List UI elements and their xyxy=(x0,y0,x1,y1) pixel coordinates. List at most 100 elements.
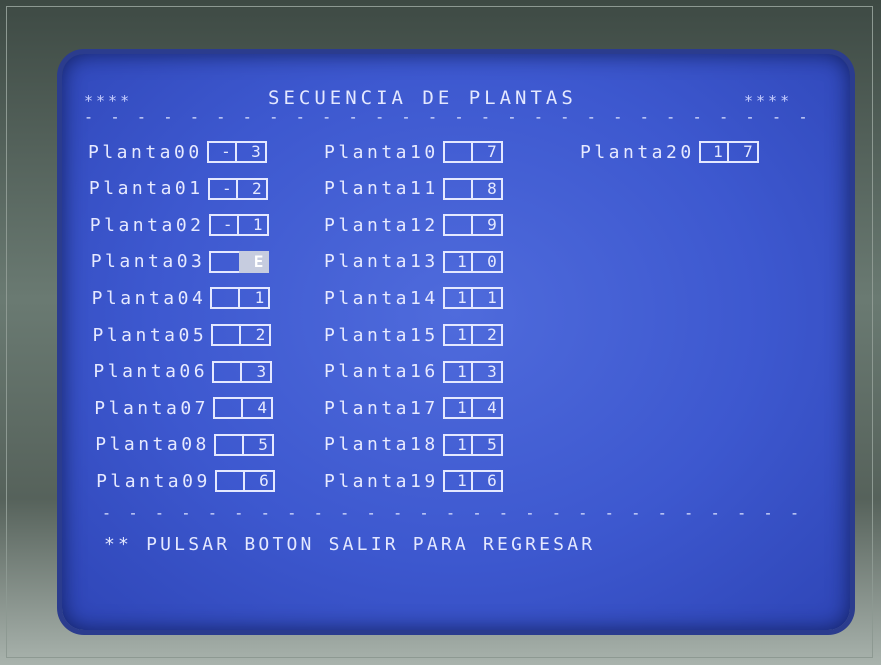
plant-label: Planta09 xyxy=(96,470,211,492)
plant-sequence-field[interactable]: 13 xyxy=(442,360,503,383)
plant-row-planta08: Planta08 5 xyxy=(95,433,274,457)
plant-sequence-field[interactable]: -3 xyxy=(206,141,267,163)
sequence-digit-tens[interactable] xyxy=(213,397,243,420)
sequence-digit-units[interactable]: 2 xyxy=(472,324,503,346)
sequence-digit-units[interactable]: 4 xyxy=(472,397,503,420)
sequence-digit-units[interactable]: 1 xyxy=(238,214,269,237)
sequence-digit-tens[interactable]: 1 xyxy=(442,324,473,346)
sequence-digit-units[interactable]: 5 xyxy=(472,433,503,456)
plant-sequence-field[interactable]: 2 xyxy=(211,324,272,346)
sequence-digit-tens[interactable]: 1 xyxy=(442,250,473,273)
sequence-digit-tens[interactable] xyxy=(209,250,240,273)
plant-sequence-field[interactable]: 11 xyxy=(442,287,503,310)
sequence-digit-units[interactable]: 1 xyxy=(472,287,503,310)
plant-label: Planta16 xyxy=(324,361,439,383)
plant-label: Planta01 xyxy=(88,178,204,200)
plant-sequence-field[interactable]: -1 xyxy=(208,214,269,237)
plant-row-planta05: Planta05 2 xyxy=(93,323,272,347)
sequence-digit-tens[interactable]: 1 xyxy=(442,470,473,493)
plant-label: Planta11 xyxy=(324,178,439,200)
plant-sequence-field[interactable]: 7 xyxy=(442,141,503,163)
sequence-digit-tens[interactable]: - xyxy=(206,141,237,163)
plant-sequence-field[interactable]: 9 xyxy=(442,214,503,237)
plant-row-planta00: Planta00-3 xyxy=(88,140,267,164)
sequence-digit-units[interactable]: 2 xyxy=(241,324,272,346)
sequence-digit-units[interactable]: 8 xyxy=(472,177,503,200)
header-left-stars: **** xyxy=(84,92,133,110)
sequence-digit-units[interactable]: 0 xyxy=(472,250,503,273)
sequence-digit-units[interactable]: 4 xyxy=(243,397,273,420)
footer-divider: - - - - - - - - - - - - - - - - - - - - … xyxy=(102,508,802,518)
sequence-digit-units[interactable]: 7 xyxy=(728,141,759,163)
plant-row-planta16: Planta16 1 3 xyxy=(324,360,503,384)
sequence-digit-units[interactable]: 6 xyxy=(244,470,275,493)
page-title: SECUENCIA DE PLANTAS xyxy=(268,87,577,109)
plant-sequence-field[interactable]: 10 xyxy=(442,250,503,273)
sequence-digit-tens[interactable]: 1 xyxy=(698,141,729,163)
plant-sequence-field[interactable]: 1 xyxy=(210,287,271,310)
sequence-digit-units[interactable]: 2 xyxy=(237,177,268,200)
sequence-digit-tens[interactable]: 1 xyxy=(442,287,473,310)
sequence-digit-tens[interactable] xyxy=(212,360,243,383)
plant-sequence-field[interactable]: 17 xyxy=(698,141,759,163)
sequence-digit-units[interactable]: 5 xyxy=(243,433,274,456)
plant-row-planta20: Planta20 1 7 xyxy=(580,140,759,164)
plant-sequence-field[interactable]: 5 xyxy=(213,433,274,456)
sequence-digit-units[interactable]: 7 xyxy=(472,141,503,163)
sequence-digit-units[interactable]: 9 xyxy=(472,214,503,237)
sequence-digit-tens[interactable] xyxy=(210,287,241,310)
plant-sequence-field[interactable]: 3 xyxy=(212,360,273,383)
plant-sequence-field[interactable]: 12 xyxy=(442,324,503,346)
plant-row-planta02: Planta02-1 xyxy=(90,213,269,237)
sequence-digit-units[interactable]: 3 xyxy=(236,141,267,163)
plant-label: Planta17 xyxy=(324,397,439,419)
sequence-digit-tens[interactable]: 1 xyxy=(442,397,473,420)
sequence-digit-tens[interactable] xyxy=(213,433,244,456)
plant-row-planta15: Planta15 1 2 xyxy=(324,323,503,347)
sequence-digit-units[interactable]: 3 xyxy=(472,360,503,383)
footer-message: ** PULSAR BOTON SALIR PARA REGRESAR xyxy=(104,534,596,555)
plant-row-planta09: Planta09 6 xyxy=(96,469,275,493)
sequence-digit-tens[interactable] xyxy=(442,214,473,237)
plant-row-planta17: Planta17 1 4 xyxy=(324,396,503,420)
sequence-digit-tens[interactable] xyxy=(442,141,473,163)
plant-row-planta14: Planta14 1 1 xyxy=(324,286,503,310)
terminal-screen: **** SECUENCIA DE PLANTAS **** - - - - -… xyxy=(62,54,850,630)
plant-sequence-field[interactable]: 8 xyxy=(442,177,503,200)
plant-row-planta04: Planta04 1 xyxy=(92,286,271,310)
sequence-digit-units[interactable]: 3 xyxy=(242,360,273,383)
plant-row-planta06: Planta06 3 xyxy=(93,360,273,384)
header-right-stars: **** xyxy=(744,92,793,110)
sequence-digit-units[interactable]: 6 xyxy=(472,470,503,493)
sequence-digit-tens[interactable]: 1 xyxy=(442,360,473,383)
plant-sequence-field[interactable]: 16 xyxy=(442,470,503,493)
sequence-digit-units[interactable]: E xyxy=(239,250,270,273)
plant-label: Planta13 xyxy=(324,251,439,273)
plant-label: Planta10 xyxy=(324,141,439,163)
plant-label: Planta12 xyxy=(324,214,439,236)
plant-label: Planta14 xyxy=(324,287,439,309)
plant-sequence-field[interactable]: 14 xyxy=(442,397,503,420)
sequence-digit-tens[interactable] xyxy=(211,324,242,346)
plant-label: Planta08 xyxy=(95,434,210,456)
plant-sequence-field[interactable]: 6 xyxy=(214,470,275,493)
plant-label: Planta18 xyxy=(324,434,439,456)
plant-sequence-field[interactable]: -2 xyxy=(207,177,268,200)
plant-row-planta13: Planta13 1 0 xyxy=(324,250,503,274)
plant-label: Planta20 xyxy=(580,141,695,163)
plant-label: Planta15 xyxy=(324,324,439,346)
plant-label: Planta05 xyxy=(92,324,208,346)
plant-label: Planta07 xyxy=(94,397,209,419)
plant-sequence-field[interactable]: 15 xyxy=(442,433,503,456)
sequence-digit-tens[interactable]: - xyxy=(207,177,238,200)
plant-row-planta03: Planta03 E xyxy=(91,250,270,274)
header-divider: - - - - - - - - - - - - - - - - - - - - … xyxy=(84,112,812,122)
sequence-digit-tens[interactable]: - xyxy=(208,214,239,237)
plant-row-planta12: Planta12 9 xyxy=(324,213,503,237)
sequence-digit-tens[interactable] xyxy=(442,177,473,200)
sequence-digit-tens[interactable]: 1 xyxy=(442,433,473,456)
sequence-digit-tens[interactable] xyxy=(214,470,245,493)
plant-sequence-field[interactable]: E xyxy=(209,250,270,273)
plant-sequence-field[interactable]: 4 xyxy=(213,397,273,420)
sequence-digit-units[interactable]: 1 xyxy=(240,287,271,310)
